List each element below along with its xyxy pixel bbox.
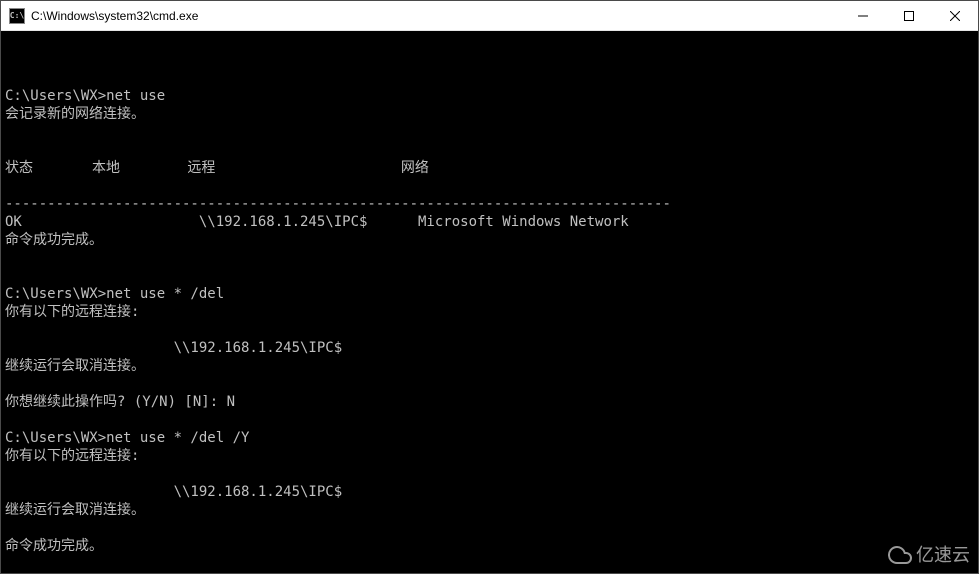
terminal-line: [5, 519, 974, 537]
terminal-line: \\192.168.1.245\IPC$: [5, 483, 974, 501]
close-button[interactable]: [932, 1, 978, 30]
minimize-button[interactable]: [840, 1, 886, 30]
terminal-line: [5, 249, 974, 267]
terminal-line: 状态 本地 远程 网络: [5, 159, 974, 177]
cloud-icon: [888, 543, 912, 567]
terminal-line: 你有以下的远程连接:: [5, 447, 974, 465]
terminal-line: 命令成功完成。: [5, 537, 974, 555]
terminal-line: [5, 375, 974, 393]
window-controls: [840, 1, 978, 30]
titlebar[interactable]: C:\ C:\Windows\system32\cmd.exe: [1, 1, 978, 31]
watermark: 亿速云: [888, 543, 970, 567]
terminal-line: [5, 123, 974, 141]
terminal-output: C:\Users\WX>net use会记录新的网络连接。 状态 本地 远程 网…: [5, 69, 974, 573]
terminal-line: ----------------------------------------…: [5, 195, 974, 213]
watermark-text: 亿速云: [916, 546, 970, 564]
terminal-line: C:\Users\WX>net use * /del: [5, 285, 974, 303]
terminal-line: 命令成功完成。: [5, 231, 974, 249]
terminal-line: [5, 69, 974, 87]
terminal-line: 继续运行会取消连接。: [5, 501, 974, 519]
cmd-window: C:\ C:\Windows\system32\cmd.exe C:\Users…: [0, 0, 979, 574]
terminal-line: [5, 465, 974, 483]
terminal-line: [5, 555, 974, 573]
terminal-line: \\192.168.1.245\IPC$: [5, 339, 974, 357]
terminal-line: OK \\192.168.1.245\IPC$ Microsoft Window…: [5, 213, 974, 231]
terminal-line: [5, 141, 974, 159]
maximize-button[interactable]: [886, 1, 932, 30]
terminal-area[interactable]: C:\Users\WX>net use会记录新的网络连接。 状态 本地 远程 网…: [1, 31, 978, 573]
terminal-line: 你想继续此操作吗? (Y/N) [N]: N: [5, 393, 974, 411]
terminal-line: [5, 411, 974, 429]
terminal-line: [5, 321, 974, 339]
terminal-line: [5, 177, 974, 195]
terminal-line: [5, 267, 974, 285]
window-title: C:\Windows\system32\cmd.exe: [31, 9, 840, 23]
terminal-line: C:\Users\WX>net use * /del /Y: [5, 429, 974, 447]
terminal-line: 你有以下的远程连接:: [5, 303, 974, 321]
terminal-line: 会记录新的网络连接。: [5, 105, 974, 123]
terminal-line: 继续运行会取消连接。: [5, 357, 974, 375]
terminal-line: C:\Users\WX>net use: [5, 87, 974, 105]
cmd-icon: C:\: [9, 8, 25, 24]
